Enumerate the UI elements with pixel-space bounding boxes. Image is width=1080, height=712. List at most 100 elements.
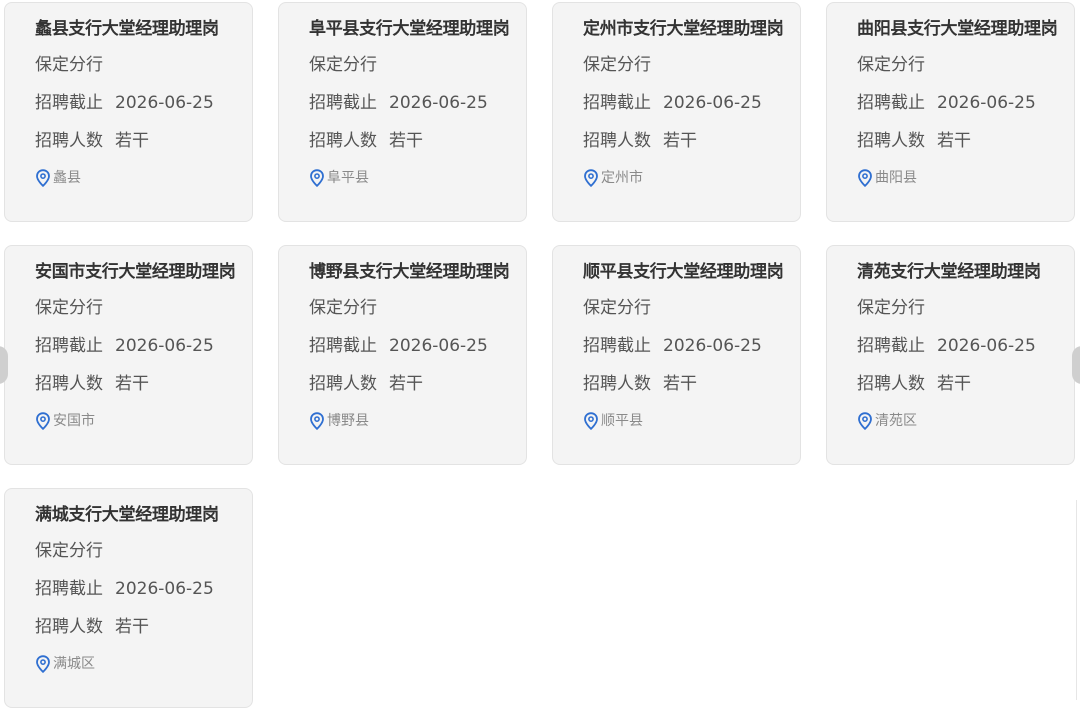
deadline-label: 招聘截止 <box>35 579 103 599</box>
map-pin-icon <box>35 655 51 673</box>
map-pin-icon <box>857 169 873 187</box>
map-pin-icon <box>583 412 599 430</box>
job-count-row: 招聘人数 若干 <box>309 373 526 395</box>
job-title: 满城支行大堂经理助理岗 <box>35 505 219 525</box>
chevron-right-icon[interactable] <box>1072 346 1080 384</box>
job-deadline-row: 招聘截止 2026-06-25 <box>583 335 800 357</box>
location-label: 博野县 <box>327 413 369 429</box>
job-count-row: 招聘人数 若干 <box>309 130 526 152</box>
deadline-value: 2026-06-25 <box>663 93 762 113</box>
job-branch: 保定分行 <box>309 298 377 318</box>
job-card[interactable]: 满城支行大堂经理助理岗 保定分行 招聘截止 2026-06-25 招聘人数 若干 满… <box>4 488 253 708</box>
job-branch: 保定分行 <box>857 55 925 75</box>
job-deadline-row: 招聘截止 2026-06-25 <box>857 92 1074 114</box>
location-label: 清苑区 <box>875 413 917 429</box>
deadline-label: 招聘截止 <box>583 336 651 356</box>
count-value: 若干 <box>115 131 149 151</box>
job-location: 顺平县 <box>583 411 800 431</box>
deadline-value: 2026-06-25 <box>663 336 762 356</box>
job-location: 蠡县 <box>35 168 252 188</box>
job-location: 定州市 <box>583 168 800 188</box>
job-card[interactable]: 阜平县支行大堂经理助理岗 保定分行 招聘截止 2026-06-25 招聘人数 若干 … <box>278 2 527 222</box>
job-card[interactable]: 博野县支行大堂经理助理岗 保定分行 招聘截止 2026-06-25 招聘人数 若干 … <box>278 245 527 465</box>
location-label: 定州市 <box>601 170 643 186</box>
location-label: 曲阳县 <box>875 170 917 186</box>
deadline-label: 招聘截止 <box>35 336 103 356</box>
job-title: 顺平县支行大堂经理助理岗 <box>583 262 784 282</box>
job-location: 安国市 <box>35 411 252 431</box>
count-value: 若干 <box>937 374 971 394</box>
location-label: 顺平县 <box>601 413 643 429</box>
job-card[interactable]: 蠡县支行大堂经理助理岗 保定分行 招聘截止 2026-06-25 招聘人数 若干 蠡… <box>4 2 253 222</box>
location-label: 蠡县 <box>53 170 81 186</box>
job-count-row: 招聘人数 若干 <box>857 130 1074 152</box>
count-label: 招聘人数 <box>857 131 925 151</box>
job-card-grid: 蠡县支行大堂经理助理岗 保定分行 招聘截止 2026-06-25 招聘人数 若干 蠡… <box>4 2 1075 708</box>
job-location: 清苑区 <box>857 411 1074 431</box>
count-label: 招聘人数 <box>35 374 103 394</box>
deadline-value: 2026-06-25 <box>389 93 488 113</box>
job-count-row: 招聘人数 若干 <box>583 130 800 152</box>
job-deadline-row: 招聘截止 2026-06-25 <box>35 92 252 114</box>
job-card[interactable]: 定州市支行大堂经理助理岗 保定分行 招聘截止 2026-06-25 招聘人数 若干 … <box>552 2 801 222</box>
count-label: 招聘人数 <box>35 617 103 637</box>
location-label: 阜平县 <box>327 170 369 186</box>
deadline-value: 2026-06-25 <box>389 336 488 356</box>
job-count-row: 招聘人数 若干 <box>35 616 252 638</box>
count-value: 若干 <box>663 374 697 394</box>
job-deadline-row: 招聘截止 2026-06-25 <box>35 335 252 357</box>
deadline-label: 招聘截止 <box>857 93 925 113</box>
job-branch: 保定分行 <box>583 55 651 75</box>
map-pin-icon <box>35 169 51 187</box>
map-pin-icon <box>35 412 51 430</box>
job-card[interactable]: 曲阳县支行大堂经理助理岗 保定分行 招聘截止 2026-06-25 招聘人数 若干 … <box>826 2 1075 222</box>
job-title: 定州市支行大堂经理助理岗 <box>583 19 784 39</box>
count-value: 若干 <box>115 617 149 637</box>
count-label: 招聘人数 <box>857 374 925 394</box>
location-label: 满城区 <box>53 656 95 672</box>
deadline-label: 招聘截止 <box>857 336 925 356</box>
job-location: 曲阳县 <box>857 168 1074 188</box>
job-title: 阜平县支行大堂经理助理岗 <box>309 19 510 39</box>
job-location: 满城区 <box>35 654 252 674</box>
deadline-label: 招聘截止 <box>35 93 103 113</box>
location-label: 安国市 <box>53 413 95 429</box>
map-pin-icon <box>583 169 599 187</box>
job-branch: 保定分行 <box>35 541 103 561</box>
count-label: 招聘人数 <box>583 374 651 394</box>
job-title: 安国市支行大堂经理助理岗 <box>35 262 236 282</box>
job-title: 博野县支行大堂经理助理岗 <box>309 262 510 282</box>
count-value: 若干 <box>389 131 423 151</box>
count-value: 若干 <box>937 131 971 151</box>
job-card[interactable]: 顺平县支行大堂经理助理岗 保定分行 招聘截止 2026-06-25 招聘人数 若干 … <box>552 245 801 465</box>
job-title: 清苑支行大堂经理助理岗 <box>857 262 1041 282</box>
job-deadline-row: 招聘截止 2026-06-25 <box>309 92 526 114</box>
job-count-row: 招聘人数 若干 <box>857 373 1074 395</box>
count-value: 若干 <box>389 374 423 394</box>
job-card[interactable]: 清苑支行大堂经理助理岗 保定分行 招聘截止 2026-06-25 招聘人数 若干 清… <box>826 245 1075 465</box>
count-value: 若干 <box>115 374 149 394</box>
chevron-left-icon[interactable] <box>0 346 8 384</box>
count-label: 招聘人数 <box>309 131 377 151</box>
job-deadline-row: 招聘截止 2026-06-25 <box>857 335 1074 357</box>
job-location: 博野县 <box>309 411 526 431</box>
deadline-label: 招聘截止 <box>583 93 651 113</box>
deadline-value: 2026-06-25 <box>937 336 1036 356</box>
deadline-label: 招聘截止 <box>309 336 377 356</box>
job-deadline-row: 招聘截止 2026-06-25 <box>309 335 526 357</box>
job-location: 阜平县 <box>309 168 526 188</box>
job-branch: 保定分行 <box>309 55 377 75</box>
count-value: 若干 <box>663 131 697 151</box>
deadline-value: 2026-06-25 <box>115 579 214 599</box>
job-branch: 保定分行 <box>35 298 103 318</box>
job-count-row: 招聘人数 若干 <box>583 373 800 395</box>
job-card[interactable]: 安国市支行大堂经理助理岗 保定分行 招聘截止 2026-06-25 招聘人数 若干 … <box>4 245 253 465</box>
job-deadline-row: 招聘截止 2026-06-25 <box>35 578 252 600</box>
job-title: 曲阳县支行大堂经理助理岗 <box>857 19 1058 39</box>
deadline-value: 2026-06-25 <box>115 336 214 356</box>
count-label: 招聘人数 <box>309 374 377 394</box>
job-count-row: 招聘人数 若干 <box>35 373 252 395</box>
job-title: 蠡县支行大堂经理助理岗 <box>35 19 219 39</box>
job-branch: 保定分行 <box>857 298 925 318</box>
job-list-viewport: 蠡县支行大堂经理助理岗 保定分行 招聘截止 2026-06-25 招聘人数 若干 蠡… <box>0 0 1080 712</box>
